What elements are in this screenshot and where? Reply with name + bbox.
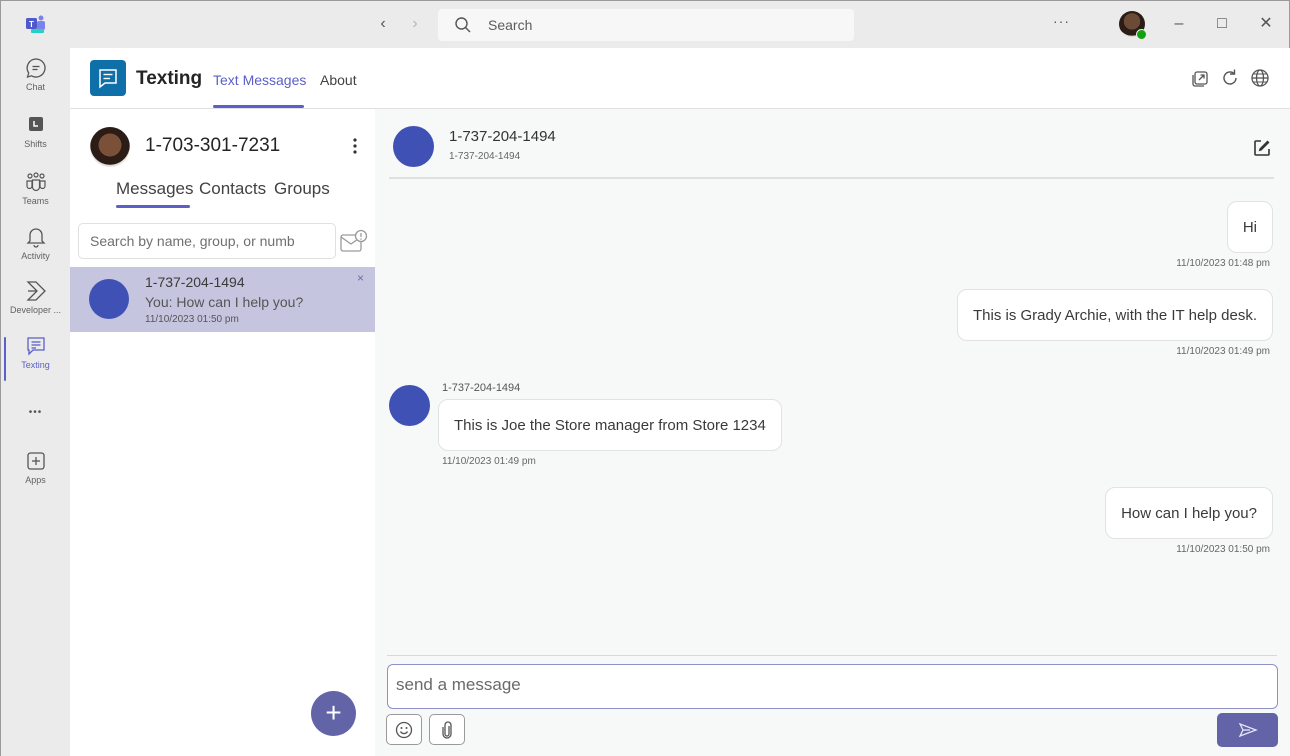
more-options-button[interactable]: ··· [1053,13,1070,29]
rail-item-more-apps[interactable]: ••• [1,404,70,426]
paperclip-icon [442,720,452,739]
conversation-time: 11/10/2023 01:50 pm [145,314,239,325]
new-message-button[interactable]: + [311,691,356,736]
tab-groups[interactable]: Groups [274,179,330,199]
texting-app-logo [90,60,126,96]
message-sender: 1-737-204-1494 [442,382,521,394]
rail-item-label: Activity [21,251,50,261]
chat-pane: 1-737-204-1494 1-737-204-1494 Hi 11/10/2… [375,109,1290,756]
rail-item-chat[interactable]: Chat [1,57,70,107]
rail-item-developer-portal[interactable]: Developer ... [1,280,70,330]
message-text: How can I help you? [1121,504,1257,522]
rail-item-activity[interactable]: Activity [1,226,70,276]
search-label: Search [488,17,533,33]
rail-item-label: Apps [25,475,46,485]
forward-button[interactable]: › [405,13,425,35]
close-conversation-icon[interactable]: × [357,271,364,285]
tab-messages[interactable]: Messages [116,179,193,199]
message-bubble-outgoing: Hi [1226,201,1273,253]
texting-app-icon [99,69,117,89]
texting-icon [26,337,45,356]
active-subtab-indicator [116,205,190,208]
active-tab-indicator [213,105,304,108]
message-timestamp: 11/10/2023 01:49 pm [442,456,536,467]
bell-icon [25,228,46,248]
tab-about[interactable]: About [320,72,357,88]
presence-available-icon [1136,29,1147,40]
apps-add-icon [26,452,45,470]
conversation-list-item[interactable]: 1-737-204-1494 You: How can I help you? … [70,267,375,332]
refresh-icon[interactable] [1220,68,1240,88]
message-compose-input[interactable] [387,664,1278,709]
message-timestamp: 11/10/2023 01:50 pm [1176,544,1270,555]
app-rail: Chat Shifts Teams Activity Developer ...… [1,48,70,756]
message-text: This is Joe the Store manager from Store… [454,416,766,434]
emoji-icon [395,721,413,738]
shifts-icon [28,117,43,131]
rail-item-label: Teams [22,196,49,206]
back-button[interactable]: ‹ [373,13,393,35]
search-icon [455,17,471,33]
compose-divider [387,655,1277,656]
close-window-button[interactable]: ✕ [1256,14,1276,34]
message-timestamp: 11/10/2023 01:48 pm [1176,258,1270,269]
teams-icon [25,172,46,192]
rail-item-label: Shifts [24,139,47,149]
rail-item-label: Developer ... [9,305,62,315]
global-search[interactable]: Search [438,9,854,41]
my-avatar [90,127,130,167]
edit-contact-icon[interactable] [1253,139,1271,157]
globe-icon[interactable] [1250,68,1270,88]
rail-item-label: Texting [21,360,50,370]
kebab-menu-icon[interactable] [350,137,360,155]
contact-avatar [89,279,129,319]
chat-subtitle: 1-737-204-1494 [449,151,521,162]
tab-text-messages[interactable]: Text Messages [213,72,306,88]
chat-header-divider [389,177,1274,179]
rail-item-teams[interactable]: Teams [1,171,70,221]
minimize-button[interactable]: – [1169,14,1189,34]
message-timestamp: 11/10/2023 01:49 pm [1176,346,1270,357]
tab-contacts[interactable]: Contacts [199,179,266,199]
message-bubble-outgoing: This is Grady Archie, with the IT help d… [956,289,1273,341]
popout-icon[interactable] [1191,68,1211,88]
emoji-button[interactable] [386,714,422,745]
message-bubble-incoming: This is Joe the Store manager from Store… [438,399,782,451]
sender-avatar [389,385,430,426]
my-phone-number: 1-703-301-7231 [145,135,281,156]
conversation-preview: You: How can I help you? [145,294,304,310]
rail-item-texting[interactable]: Texting [1,335,70,385]
rail-item-shifts[interactable]: Shifts [1,114,70,164]
maximize-button[interactable]: □ [1212,14,1232,34]
send-button[interactable] [1217,713,1278,747]
conversations-pane: 1-703-301-7231 Messages Contacts Groups … [70,109,375,756]
unread-mail-icon[interactable] [340,229,368,255]
teams-logo-icon[interactable]: T [26,15,46,33]
chat-icon [26,58,46,78]
rail-item-apps[interactable]: Apps [1,450,70,500]
send-icon [1238,722,1258,738]
chat-contact-avatar [393,126,434,167]
developer-portal-icon [25,281,46,301]
svg-text:T: T [29,20,34,29]
message-text: This is Grady Archie, with the IT help d… [972,306,1257,324]
rail-item-label: Chat [25,82,45,92]
app-header: Texting Text Messages About [70,48,1290,109]
conversation-search-input[interactable] [78,223,336,259]
message-text: Hi [1242,218,1257,236]
teams-window: T ‹ › Search ··· – □ ✕ Chat Shifts Teams… [0,0,1290,756]
title-bar: T ‹ › Search ··· – □ ✕ [1,1,1289,48]
chat-title: 1-737-204-1494 [449,128,556,145]
attach-button[interactable] [429,714,465,745]
message-bubble-outgoing: How can I help you? [1105,487,1273,539]
more-apps-icon: ••• [28,407,43,418]
conversation-name: 1-737-204-1494 [145,274,245,290]
app-title: Texting [136,68,203,89]
